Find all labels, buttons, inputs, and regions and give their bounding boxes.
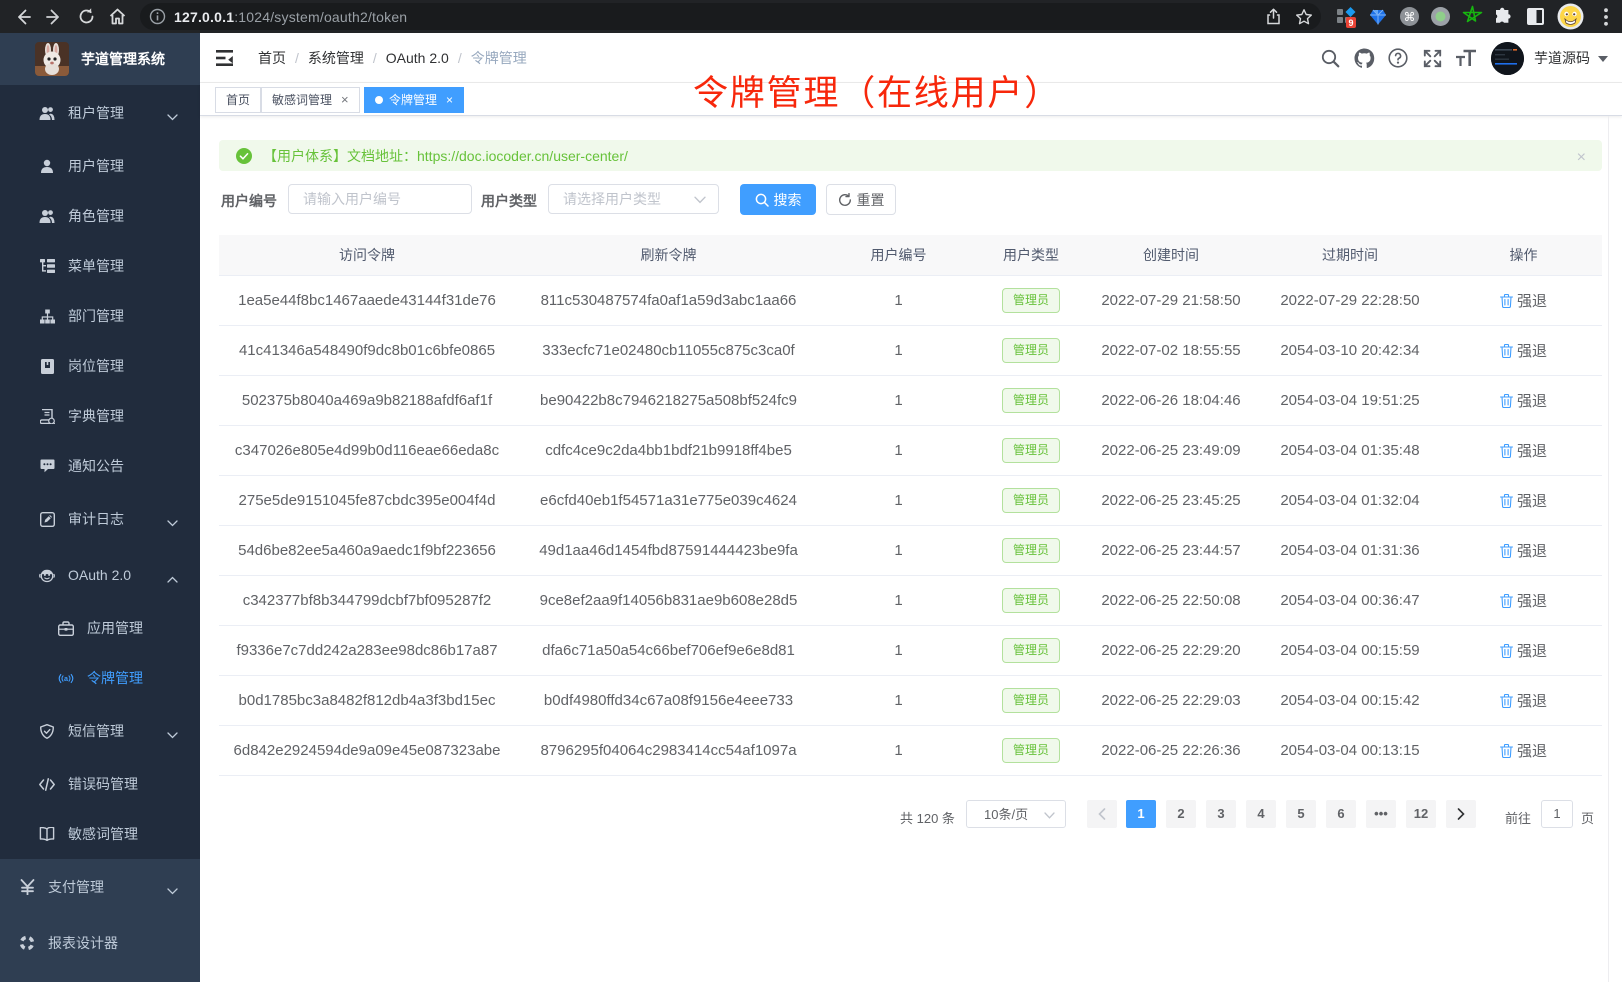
- svg-text:9: 9: [1348, 18, 1353, 28]
- svg-text:a: a: [64, 673, 69, 682]
- svg-text:⌘: ⌘: [1403, 10, 1415, 24]
